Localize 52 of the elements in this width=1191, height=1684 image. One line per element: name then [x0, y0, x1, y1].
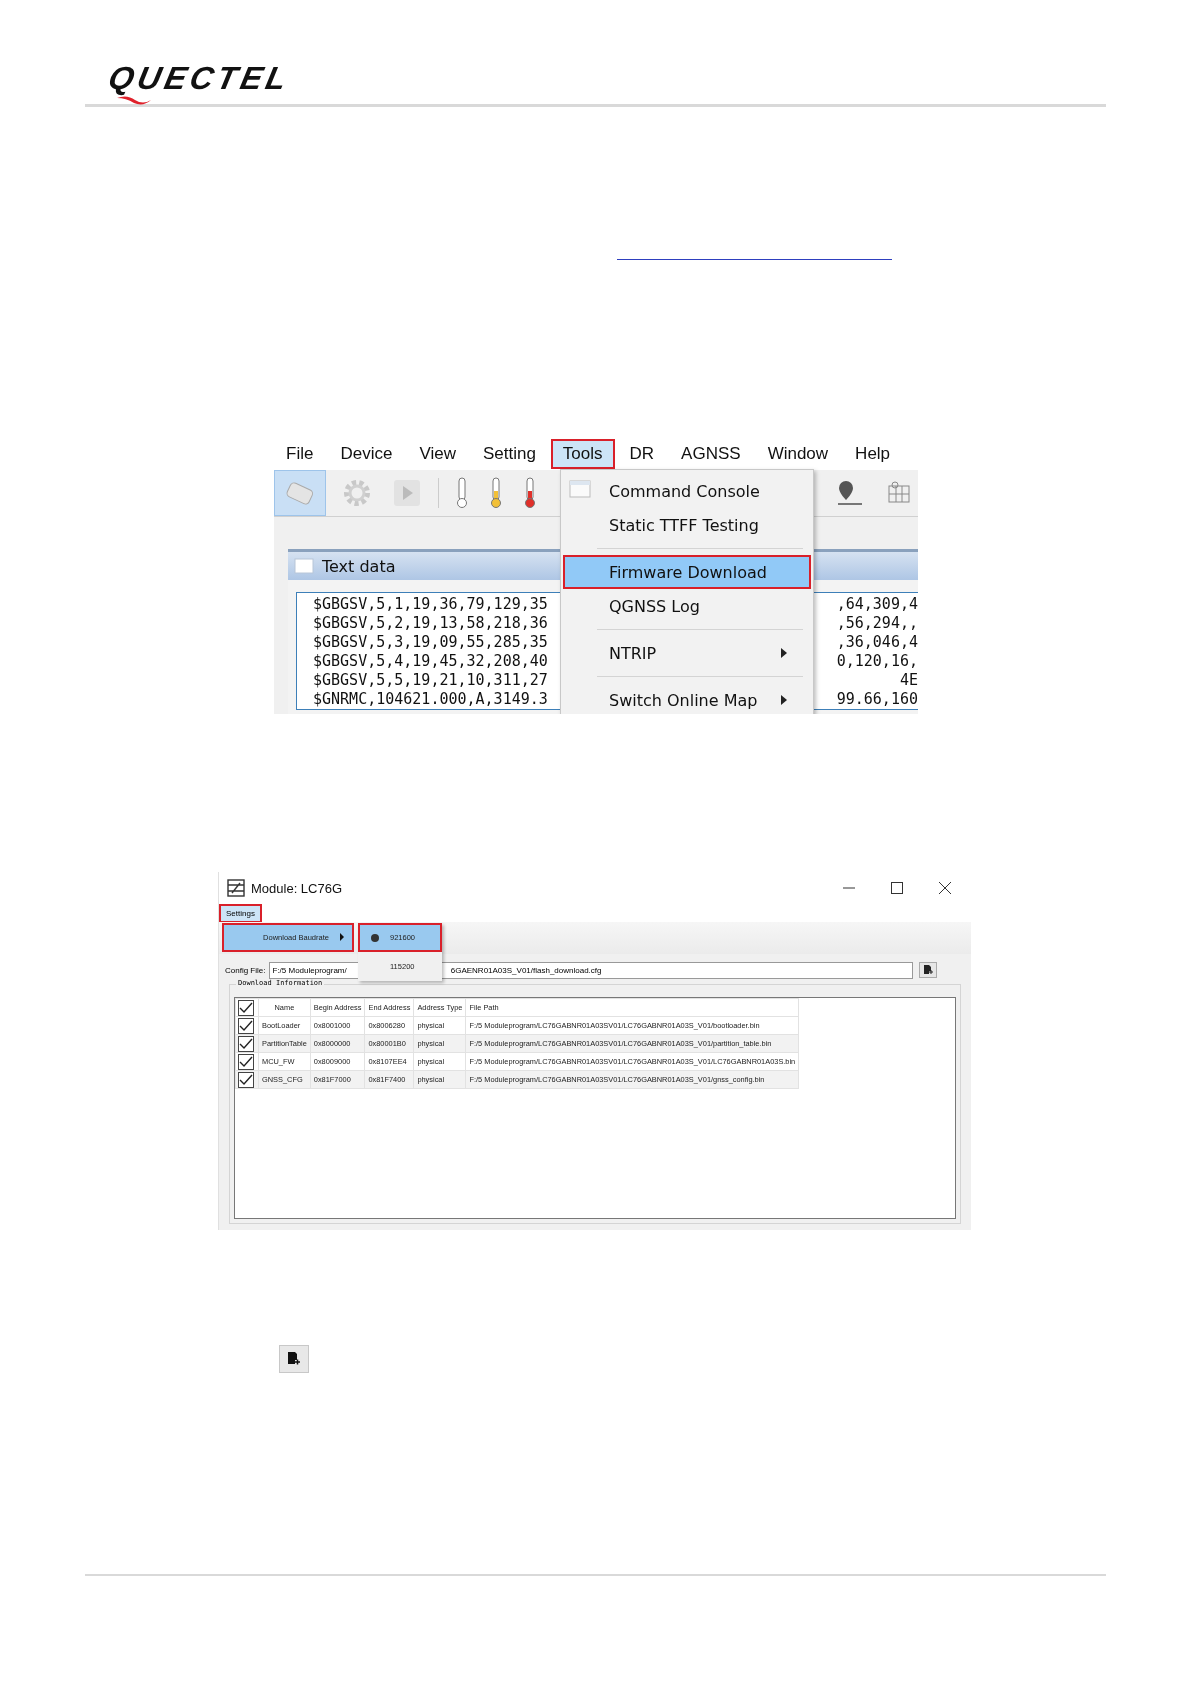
menu-item[interactable]: AGNSS [669, 438, 753, 469]
nmea-text: ,64,309,4 [836, 595, 918, 614]
app-icon [227, 879, 245, 897]
file-arrow-icon [923, 964, 934, 976]
menu-item[interactable]: Tools [550, 438, 615, 469]
menu-item[interactable]: DR [617, 438, 667, 469]
nmea-text: $GNRMC,104621.000,A,3149.3 [313, 690, 548, 709]
maximize-icon[interactable] [891, 882, 903, 894]
logo: QUECTEL [105, 62, 294, 94]
checkbox[interactable] [238, 1017, 254, 1034]
nmea-text: $GBGSV,5,3,19,09,55,285,35 [313, 633, 548, 652]
menu-item[interactable]: Switch Online Map [563, 683, 811, 714]
file-arrow-icon [287, 1351, 301, 1367]
swoosh-icon [117, 95, 151, 105]
nmea-text: 4E [899, 671, 918, 690]
menu-item[interactable]: Help [843, 438, 903, 469]
checkbox[interactable] [238, 1035, 254, 1052]
nmea-text: $GBGSV,5,1,19,36,79,129,35 [313, 595, 548, 614]
menu-item[interactable]: Window [755, 438, 841, 469]
menu-item[interactable]: NTRIP [563, 636, 811, 670]
menu-item[interactable]: Device [328, 438, 405, 469]
nmea-text: $GBGSV,5,2,19,13,58,218,36 [313, 614, 548, 633]
panel-title: Text data [322, 556, 396, 576]
nmea-text: 99.66,160 [836, 690, 918, 709]
nmea-text: $GBGSV,5,5,19,21,10,311,27 [313, 671, 548, 690]
submenu-arrow-icon [340, 933, 344, 941]
close-icon[interactable] [939, 882, 951, 894]
nmea-text: 0,120,16, [836, 652, 918, 671]
checkbox[interactable] [238, 999, 254, 1016]
thermometer-icon[interactable] [489, 477, 503, 509]
nmea-text: $GBGSV,5,4,19,45,32,208,40 [313, 652, 548, 671]
thermometer-icon[interactable] [523, 477, 537, 509]
checkbox[interactable] [238, 1053, 254, 1070]
menu-item[interactable]: Setting [470, 438, 548, 469]
thermometer-icon[interactable] [455, 477, 469, 509]
window-icon [294, 558, 314, 574]
browse-button[interactable] [279, 1345, 309, 1373]
menu-item[interactable]: Settings [219, 903, 262, 923]
submenu-arrow-icon [781, 695, 787, 705]
menu-item[interactable]: QGNSS Log [563, 589, 811, 623]
radio-dot-icon [371, 933, 379, 942]
checkbox[interactable] [238, 1071, 254, 1088]
field-label: Config File: [225, 965, 266, 975]
menu-item[interactable]: Static TTFF Testing [563, 508, 811, 542]
browse-button[interactable] [919, 962, 938, 978]
nmea-text: ,36,046,4 [836, 633, 918, 652]
submenu-arrow-icon [781, 648, 787, 658]
menu-item[interactable]: Firmware Download [563, 555, 811, 589]
window-title: Module: LC76G [251, 880, 343, 896]
menu-item[interactable]: View [407, 438, 468, 469]
nmea-text: ,56,294,, [836, 614, 918, 633]
menu-item[interactable]: File [274, 438, 326, 469]
